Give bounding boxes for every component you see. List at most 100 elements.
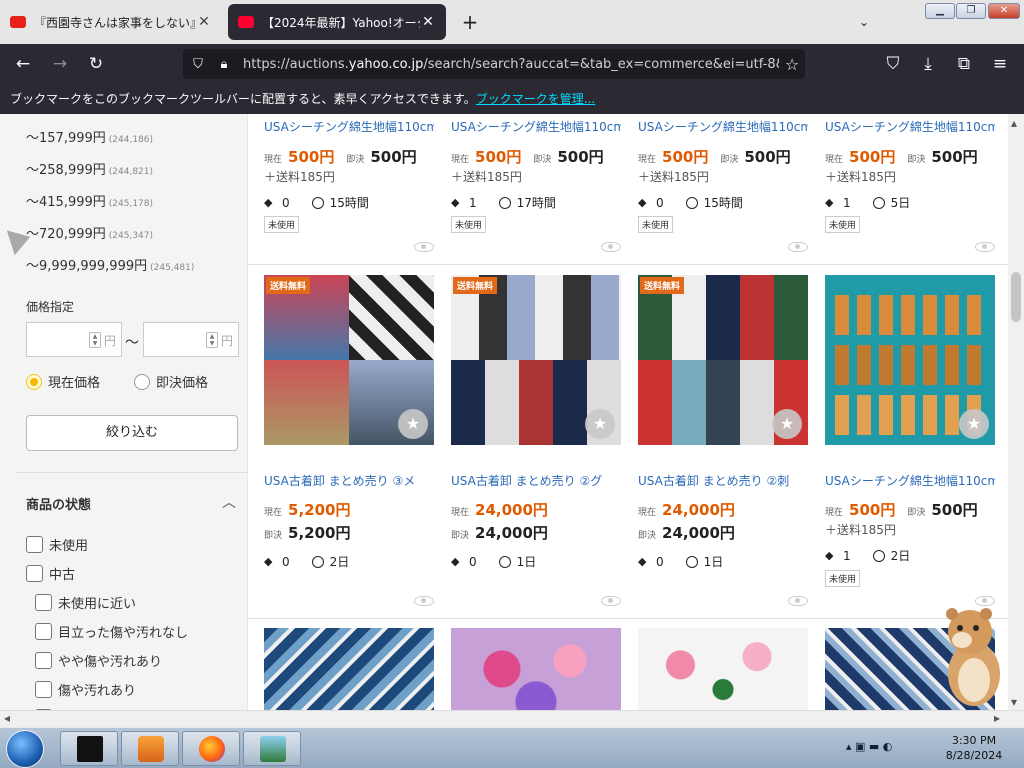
scrollbar-thumb[interactable]: [1011, 272, 1021, 322]
menu-icon[interactable]: ≡: [987, 52, 1013, 76]
radio-icon[interactable]: [134, 373, 150, 390]
favorite-star-icon[interactable]: ★: [585, 409, 615, 439]
watch-eye-icon[interactable]: [975, 242, 995, 252]
watch-eye-icon[interactable]: [414, 596, 434, 606]
download-icon[interactable]: ⤓: [915, 52, 941, 76]
taskbar-app-terminal[interactable]: [60, 731, 118, 766]
checkbox-icon[interactable]: [26, 565, 43, 582]
item-meta: ◆ 1 2日: [825, 547, 910, 564]
watch-eye-icon[interactable]: [414, 242, 434, 252]
windows-start-button[interactable]: [6, 730, 44, 768]
buynow-label: 即決: [907, 155, 926, 165]
bid-count: 1: [843, 195, 851, 210]
back-button[interactable]: ←: [10, 52, 36, 76]
item-title-link[interactable]: USAシーチング綿生地幅110cm: [825, 118, 995, 135]
bookmarks-toolbar: ブックマークをこのブックマークツールバーに配置すると、素早くアクセスできます。ブ…: [0, 84, 1024, 114]
close-icon[interactable]: ✕: [420, 14, 436, 30]
scroll-right-icon[interactable]: ▸: [994, 711, 1000, 725]
radio-buynow-price[interactable]: 即決価格: [134, 372, 208, 391]
item-thumbnail[interactable]: [451, 628, 621, 710]
checkbox-damaged[interactable]: 傷や汚れあり: [35, 680, 136, 699]
watch-eye-icon[interactable]: [601, 242, 621, 252]
price-range-link[interactable]: ～157,999円 (244,186): [26, 127, 153, 146]
manage-bookmarks-link[interactable]: ブックマークを管理...: [476, 92, 595, 106]
checkbox-icon[interactable]: [26, 536, 43, 553]
checkbox-no-damage[interactable]: 目立った傷や汚れなし: [35, 622, 188, 641]
scroll-left-icon[interactable]: ◂: [4, 711, 10, 725]
lock-icon[interactable]: 🔒︎: [213, 57, 235, 72]
taskbar-app-media-player[interactable]: [121, 731, 179, 766]
max-price-input[interactable]: ▲ ▼ 円: [143, 322, 239, 357]
horizontal-scrollbar[interactable]: [0, 710, 1024, 727]
radio-label: 現在価格: [48, 376, 101, 391]
price-range-link[interactable]: ～415,999円 (245,178): [26, 191, 153, 210]
scroll-down-icon[interactable]: ▾: [1011, 695, 1017, 709]
item-thumbnail[interactable]: 送料無料 ★: [451, 275, 621, 445]
checkbox-icon[interactable]: [35, 594, 52, 611]
filter-button[interactable]: 絞り込む: [26, 415, 238, 451]
radio-current-price[interactable]: 現在価格: [26, 372, 100, 391]
stepper-icon[interactable]: ▲ ▼: [89, 332, 101, 348]
item-title-link[interactable]: USA古着卸 まとめ売り ③メ: [264, 472, 434, 489]
item-title-link[interactable]: USAシーチング綿生地幅110cm: [638, 118, 808, 135]
taskbar-app-firefox[interactable]: [182, 731, 240, 766]
item-title-link[interactable]: USAシーチング綿生地幅110cm: [451, 118, 621, 135]
url-bar[interactable]: ⛉ 🔒︎ https://auctions.yahoo.co.jp/search…: [183, 49, 805, 79]
checkbox-some-damage[interactable]: やや傷や汚れあり: [35, 651, 162, 670]
watch-eye-icon[interactable]: [788, 596, 808, 606]
price-range-link[interactable]: ～9,999,999,999円 (245,481): [26, 255, 194, 274]
gavel-icon: ◆: [451, 555, 460, 568]
checkbox-icon[interactable]: [35, 681, 52, 698]
favorite-star-icon[interactable]: ★: [959, 409, 989, 439]
chevron-up-icon[interactable]: ︿: [222, 492, 236, 512]
item-title-link[interactable]: USAシーチング綿生地幅110cm: [264, 118, 434, 135]
price-range-link[interactable]: ～720,999円 (245,347): [26, 223, 153, 242]
item-title-link[interactable]: USA古着卸 まとめ売り ②グ: [451, 472, 621, 489]
list-all-tabs-button[interactable]: ⌄: [852, 10, 876, 34]
checkbox-used[interactable]: 中古: [26, 564, 75, 583]
stepper-icon[interactable]: ▲ ▼: [206, 332, 218, 348]
pocket-icon[interactable]: ⛉: [880, 52, 906, 76]
reload-button[interactable]: ↻: [83, 52, 109, 76]
scroll-up-icon[interactable]: ▴: [1011, 116, 1017, 130]
favorite-star-icon[interactable]: ★: [772, 409, 802, 439]
item-thumbnail[interactable]: 送料無料 ★: [638, 275, 808, 445]
item-title-link[interactable]: USA古着卸 まとめ売り ②刺: [638, 472, 808, 489]
checkbox-icon[interactable]: [35, 652, 52, 669]
checkbox-icon[interactable]: [35, 623, 52, 640]
vertical-scrollbar[interactable]: [1008, 114, 1024, 710]
shield-icon[interactable]: ⛉: [187, 57, 209, 72]
free-shipping-badge: 送料無料: [453, 277, 498, 294]
forward-button[interactable]: →: [47, 52, 73, 76]
watch-eye-icon[interactable]: [788, 242, 808, 252]
watch-eye-icon[interactable]: [601, 596, 621, 606]
item-thumbnail[interactable]: ★: [825, 275, 995, 445]
tab-yahoo-auctions[interactable]: 【2024年最新】Yahoo!オークシ ✕: [228, 4, 446, 40]
window-close-button[interactable]: ✕: [988, 3, 1020, 19]
bookmark-star-icon[interactable]: ☆: [779, 55, 805, 74]
taskbar-clock[interactable]: 3:30 PM 8/28/2024: [928, 733, 1020, 763]
radio-selected-icon[interactable]: [26, 373, 42, 390]
price-range-label: ～157,999円: [26, 131, 106, 146]
taskbar-app-tool[interactable]: [243, 731, 301, 766]
item-thumbnail[interactable]: 送料無料 ★: [264, 275, 434, 445]
item-title-link[interactable]: USAシーチング綿生地幅110cm: [825, 472, 995, 489]
favorite-star-icon[interactable]: ★: [398, 409, 428, 439]
minimize-button[interactable]: ▁: [925, 3, 955, 19]
url-prefix: https://auctions.: [243, 56, 349, 72]
item-thumbnail[interactable]: [264, 628, 434, 710]
item-thumbnail[interactable]: [638, 628, 808, 710]
close-icon[interactable]: ✕: [196, 14, 212, 30]
new-tab-button[interactable]: +: [458, 8, 482, 36]
item-meta: ◆ 0 2日: [264, 553, 349, 570]
checkbox-near-unused[interactable]: 未使用に近い: [35, 593, 136, 612]
min-price-input[interactable]: ▲ ▼ 円: [26, 322, 122, 357]
price-range-link[interactable]: ～258,999円 (244,821): [26, 159, 153, 178]
system-tray-icons[interactable]: ▴ ▣ ▬ ◐: [846, 740, 892, 753]
checkbox-unused[interactable]: 未使用: [26, 535, 88, 554]
price-line: 現在 24,000円: [638, 499, 818, 520]
tab-youtube[interactable]: 『西園寺さんは家事をしない』 ✕: [0, 4, 222, 40]
extensions-icon[interactable]: ⧉: [951, 52, 977, 76]
maximize-button[interactable]: ❐: [956, 3, 986, 19]
url-text[interactable]: https://auctions.yahoo.co.jp/search/sear…: [243, 57, 779, 72]
